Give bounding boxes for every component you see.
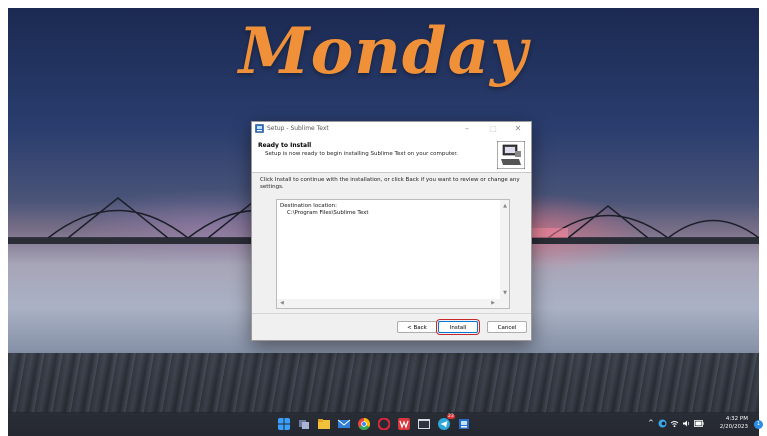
wifi-icon[interactable] — [670, 419, 679, 428]
scroll-right-arrow-icon[interactable]: ▶ — [491, 300, 495, 306]
wallpaper-wordmark: Monday — [238, 14, 529, 89]
maximize-button[interactable]: □ — [484, 123, 502, 135]
back-button[interactable]: < Back — [397, 321, 437, 333]
mail-icon[interactable] — [338, 418, 350, 430]
scroll-down-arrow-icon[interactable]: ▼ — [501, 290, 509, 296]
file-explorer-icon[interactable] — [318, 418, 330, 430]
volume-icon[interactable] — [682, 419, 691, 428]
setup-icon[interactable] — [458, 418, 470, 430]
wizard-instructions: Click Install to continue with the insta… — [260, 177, 520, 190]
cancel-button[interactable]: Cancel — [487, 321, 527, 333]
opera-icon[interactable] — [378, 418, 390, 430]
button-separator — [252, 313, 531, 314]
close-button[interactable]: ✕ — [509, 123, 527, 135]
dialog-title: Setup - Sublime Text — [267, 125, 329, 132]
clock-date[interactable]: 2/20/2023 — [710, 424, 748, 430]
install-button[interactable]: Install — [436, 319, 480, 335]
battery-icon[interactable] — [694, 420, 704, 427]
tray-overflow-chevron-icon[interactable]: ^ — [648, 419, 654, 427]
telegram-unread-badge: 23 — [447, 414, 455, 419]
chrome-icon[interactable] — [358, 418, 370, 430]
memo-horizontal-scrollbar[interactable]: ◀ ▶ — [277, 299, 509, 308]
wizard-page-subtitle: Setup is now ready to begin installing S… — [265, 151, 458, 157]
wizard-header: Ready to Install Setup is now ready to b… — [252, 136, 531, 173]
telegram-icon[interactable] — [438, 418, 450, 430]
notification-badge[interactable]: 1 — [754, 420, 763, 429]
windows-start-icon[interactable] — [278, 418, 290, 430]
taskbar: 23 ^ 4:32 PM 2/20/2023 — [8, 412, 759, 436]
scroll-up-arrow-icon[interactable]: ▲ — [501, 203, 509, 209]
wizard-page-title: Ready to Install — [258, 142, 312, 149]
minimize-button[interactable]: – — [458, 123, 476, 135]
memo-vertical-scrollbar[interactable]: ▲ ▼ — [500, 200, 509, 299]
ready-memo[interactable]: Destination location: C:\Program Files\S… — [276, 199, 510, 309]
dialog-titlebar[interactable]: Setup - Sublime Text – □ ✕ — [252, 122, 531, 136]
setup-app-icon — [255, 124, 264, 133]
memo-destination-path: C:\Program Files\Sublime Text — [287, 210, 369, 216]
terminal-icon[interactable] — [418, 418, 430, 430]
tray-edge-icon[interactable] — [658, 419, 667, 428]
wallpaper-cobblestones — [8, 353, 759, 413]
scroll-left-arrow-icon[interactable]: ◀ — [280, 300, 284, 306]
clock-time[interactable]: 4:32 PM — [712, 416, 748, 422]
installer-computer-icon — [497, 141, 525, 169]
wps-icon[interactable] — [398, 418, 410, 430]
setup-dialog: Setup - Sublime Text – □ ✕ Ready to Inst… — [251, 121, 532, 341]
memo-destination-label: Destination location: — [280, 203, 337, 209]
task-view-icon[interactable] — [298, 418, 310, 430]
